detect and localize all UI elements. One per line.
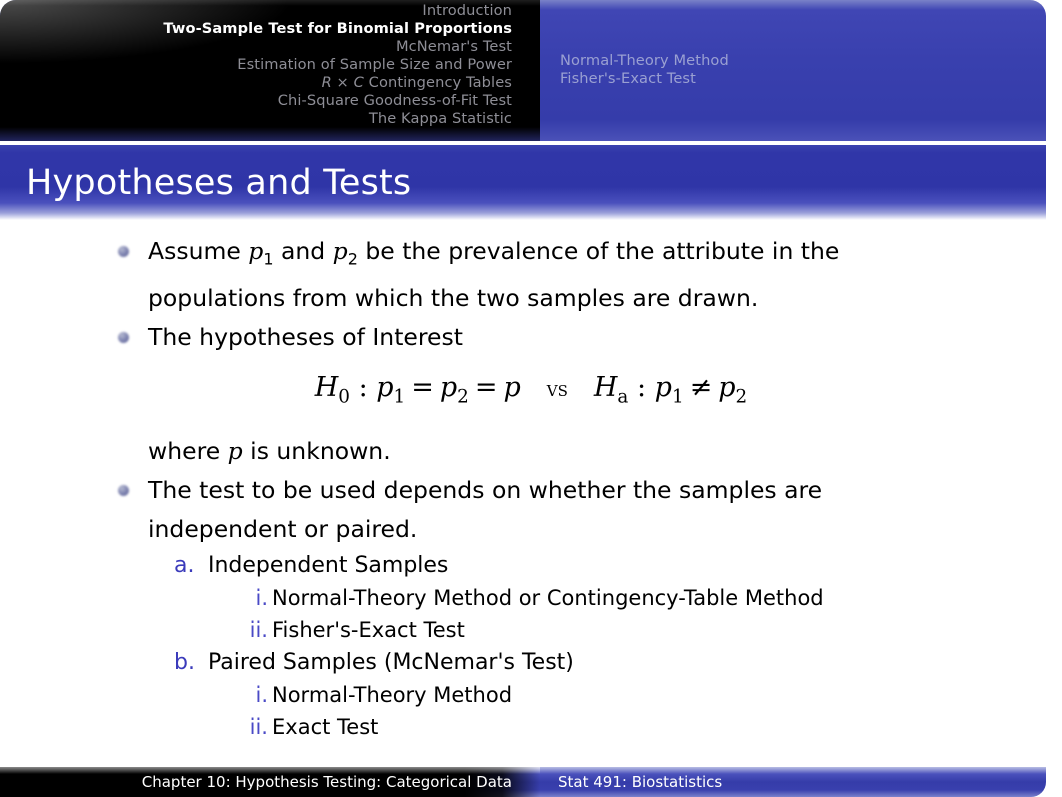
eq-p2b: p	[718, 371, 736, 403]
eq-ha-sub: a	[617, 386, 629, 408]
eq-p2: p	[439, 371, 458, 403]
enum-marker-b-i: i.	[255, 683, 268, 708]
enum-item-b: b. Paired Samples (McNemar's Test)	[0, 646, 1062, 679]
eq-p2b-sub: 2	[735, 386, 748, 408]
bullet-dot-icon	[118, 246, 129, 257]
var-p2-subscript: 2	[347, 249, 358, 269]
nav-section-rc-italic: R × C	[321, 74, 364, 91]
where-text-1: where	[148, 437, 228, 466]
enum-label-fishers-exact-test: Fisher's-Exact Test	[272, 618, 465, 643]
slide-header: Introduction Two-Sample Test for Binomia…	[0, 0, 1062, 145]
enum-label-independent-samples: Independent Samples	[208, 553, 449, 579]
enum-item-a: a. Independent Samples	[0, 549, 1062, 582]
enum-marker-a: a.	[174, 553, 195, 579]
nav-section-contingency-tables[interactable]: R × C Contingency Tables	[0, 74, 512, 92]
nav-section-kappa-statistic[interactable]: The Kappa Statistic	[0, 110, 512, 128]
eq-vs: vs	[546, 376, 568, 402]
eq-colon-1: :	[349, 371, 377, 403]
var-p2: p	[332, 237, 348, 265]
footer-course-label: Stat 491: Biostatistics	[558, 773, 723, 791]
navigation-sections: Introduction Two-Sample Test for Binomia…	[0, 2, 512, 128]
nav-section-introduction[interactable]: Introduction	[0, 2, 512, 20]
nav-section-two-sample-test[interactable]: Two-Sample Test for Binomial Proportions	[0, 20, 512, 38]
nav-section-chi-square-gof[interactable]: Chi-Square Goodness-of-Fit Test	[0, 92, 512, 110]
footer-chapter-label: Chapter 10: Hypothesis Testing: Categori…	[141, 773, 512, 791]
enum-marker-b: b.	[174, 650, 195, 676]
nav-section-rc-rest: Contingency Tables	[363, 74, 512, 91]
nav-subsection-normal-theory-method[interactable]: Normal-Theory Method	[560, 52, 729, 70]
enum-label-exact-test: Exact Test	[272, 715, 379, 740]
var-p: p	[227, 437, 243, 466]
eq-p1-sub: 1	[393, 386, 406, 408]
eq-p1b-sub: 1	[671, 386, 684, 408]
navigation-subsections: Normal-Theory Method Fisher's-Exact Test	[560, 52, 729, 88]
bullet-item-test-depends: The test to be used depends on whether t…	[0, 471, 1062, 549]
eq-colon-2: :	[628, 371, 655, 403]
enum-label-normal-theory-method: Normal-Theory Method	[272, 683, 513, 708]
bullet-dot-icon	[118, 485, 129, 497]
enum-marker-b-ii: ii.	[249, 715, 268, 740]
eq-h0-sub: 0	[338, 386, 350, 408]
bullet-dot-icon	[118, 331, 129, 343]
var-p1: p	[248, 237, 264, 265]
enum-item-b-ii: ii. Exact Test	[0, 711, 1062, 743]
eq-h0: H	[314, 371, 339, 403]
enum-label-paired-samples: Paired Samples (McNemar's Test)	[208, 650, 574, 676]
eq-p1: p	[376, 371, 394, 403]
slide-footer: Chapter 10: Hypothesis Testing: Categori…	[0, 767, 1046, 797]
bullet-test-depends-text: The test to be used depends on whether t…	[148, 476, 823, 544]
eq-equals-2: =	[474, 371, 498, 403]
slide-content: Assume p1 and p2 be the prevalence of th…	[0, 232, 1062, 743]
where-p-unknown: where p is unknown.	[0, 432, 1062, 471]
bullet-item-assume: Assume p1 and p2 be the prevalence of th…	[0, 232, 1062, 318]
nav-section-estimation-sample-size[interactable]: Estimation of Sample Size and Power	[0, 56, 512, 74]
nav-subsection-fishers-exact-test[interactable]: Fisher's-Exact Test	[560, 70, 729, 88]
hypothesis-equation: H0 : p1 = p2 = p vs Ha : p1 ≠ p2	[0, 357, 1062, 432]
bullet-hypotheses-text: The hypotheses of Interest	[148, 322, 463, 351]
enum-item-a-ii: ii. Fisher's-Exact Test	[0, 614, 1062, 646]
where-text-2: is unknown.	[242, 437, 391, 466]
var-p1-subscript: 1	[263, 249, 274, 269]
eq-not-equal: ≠	[689, 371, 713, 403]
bullet-item-hypotheses: The hypotheses of Interest	[0, 318, 1062, 357]
eq-ha: H	[593, 371, 618, 403]
bullet-assume-text-1: Assume	[148, 237, 249, 265]
page-title: Hypotheses and Tests	[26, 163, 412, 203]
eq-p1b: p	[654, 371, 672, 403]
eq-p: p	[503, 371, 521, 403]
nav-section-mcnemars-test[interactable]: McNemar's Test	[0, 38, 512, 56]
enum-marker-a-i: i.	[255, 586, 268, 611]
enum-marker-a-ii: ii.	[249, 618, 268, 643]
bullet-assume-text-2: and	[273, 237, 333, 265]
enum-item-b-i: i. Normal-Theory Method	[0, 679, 1062, 711]
enum-label-normal-theory-or-contingency: Normal-Theory Method or Contingency-Tabl…	[272, 586, 824, 611]
eq-p2-sub: 2	[457, 386, 469, 408]
eq-equals-1: =	[411, 371, 434, 403]
enum-item-a-i: i. Normal-Theory Method or Contingency-T…	[0, 582, 1062, 614]
